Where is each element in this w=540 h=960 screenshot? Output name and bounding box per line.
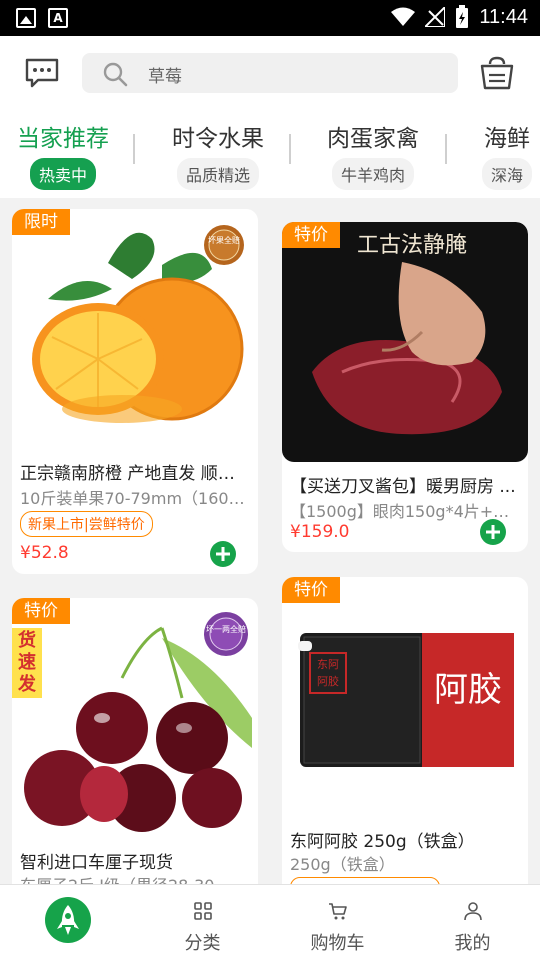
seal-text: 坏果全赔 <box>208 235 240 245</box>
nav-label: 分类 <box>184 933 221 954</box>
tab-subtitle: 热卖中 <box>29 158 96 190</box>
product-tag: 特价 <box>12 598 70 624</box>
tab-recommended[interactable]: 当家推荐 热卖中 <box>8 110 118 198</box>
promo-text-1: 货 <box>18 629 36 651</box>
app-header: 草莓 <box>0 36 540 110</box>
add-to-cart-button[interactable] <box>210 541 236 567</box>
product-card[interactable]: 坏果全赔 限时 正宗赣南脐橙 产地直发 顺丰... 10斤装单果70-79mm（… <box>12 209 258 574</box>
product-card[interactable]: 东阿 阿胶 阿胶 特价 东阿阿胶 250g（铁盒） 250g（铁盒） <box>282 577 528 884</box>
seal-text: 坏一两全赔 <box>206 624 246 634</box>
tab-divider <box>133 134 135 164</box>
search-placeholder: 草莓 <box>148 67 182 87</box>
product-image-ejiao: 东阿 阿胶 阿胶 <box>282 577 528 813</box>
tab-divider <box>445 134 447 164</box>
box-brand-text: 阿胶 <box>317 674 339 688</box>
tab-subtitle: 品质精选 <box>176 158 259 190</box>
shopping-bag-button[interactable] <box>478 56 516 90</box>
shopping-bag-icon <box>480 56 514 90</box>
a-notification-icon: A <box>48 8 68 28</box>
product-tag: 特价 <box>282 577 340 603</box>
product-card[interactable]: 货 速 发 坏一两全赔 特价 智利进口车厘子现货 车厘子2斤 J级（果径28-3… <box>12 598 258 884</box>
tab-seasonal-fruit[interactable]: 时令水果 品质精选 <box>160 110 276 198</box>
tab-title: 当家推荐 <box>17 126 109 152</box>
banner-text: 工古法静腌 <box>357 233 467 258</box>
add-to-cart-button[interactable] <box>480 519 506 545</box>
status-bar: A 11:44 <box>0 0 540 36</box>
tab-meat-poultry[interactable]: 肉蛋家禽 牛羊鸡肉 <box>314 110 432 198</box>
nav-label: 我的 <box>454 933 491 954</box>
signal-icon <box>425 7 446 27</box>
category-tabs: 当家推荐 热卖中 时令水果 品质精选 肉蛋家禽 牛羊鸡肉 海鲜 深海 <box>0 110 540 198</box>
tab-subtitle: 牛羊鸡肉 <box>331 158 414 190</box>
tab-title: 时令水果 <box>172 126 264 152</box>
box-title-text: 阿胶 <box>434 670 502 710</box>
nav-category[interactable]: 分类 <box>135 885 270 960</box>
tab-divider <box>289 134 291 164</box>
cart-icon <box>329 903 347 920</box>
box-brand-text: 东阿 <box>317 658 339 671</box>
message-icon <box>25 58 59 88</box>
product-promo-badge <box>290 877 440 884</box>
product-promo-badge: 新果上市|尝鲜特价 <box>20 511 153 537</box>
home-button[interactable] <box>45 897 91 943</box>
rocket-icon <box>57 905 79 935</box>
product-price: ¥52.8 <box>20 543 69 563</box>
tab-seafood[interactable]: 海鲜 深海 <box>476 110 540 198</box>
bottom-navigation: 分类 购物车 我的 <box>0 884 540 960</box>
nav-home[interactable] <box>0 885 135 960</box>
product-card[interactable]: 工古法静腌 特价 【买送刀叉酱包】暖男厨房 ... 【1500g】眼肉150g*… <box>282 222 528 552</box>
nav-profile[interactable]: 我的 <box>405 885 540 960</box>
image-notification-icon <box>16 8 36 28</box>
product-description: 【1500g】眼肉150g*4片+西... <box>290 502 520 521</box>
search-icon <box>103 62 128 87</box>
product-description: 250g（铁盒） <box>290 855 395 874</box>
promo-text-2: 速 <box>18 651 36 673</box>
product-image-cherries: 货 速 发 坏一两全赔 <box>12 598 258 848</box>
product-image-steak: 工古法静腌 <box>282 222 528 462</box>
product-image-oranges: 坏果全赔 <box>12 209 258 445</box>
product-name: 正宗赣南脐橙 产地直发 顺丰... <box>20 464 250 484</box>
wifi-icon <box>391 7 416 26</box>
status-time: 11:44 <box>479 5 528 28</box>
tab-title: 海鲜 <box>484 126 530 152</box>
product-name: 东阿阿胶 250g（铁盒） <box>290 832 475 852</box>
product-description: 10斤装单果70-79mm（160-2... <box>20 489 250 508</box>
user-icon <box>464 902 482 921</box>
message-button[interactable] <box>24 58 60 88</box>
search-bar[interactable]: 草莓 <box>82 53 458 93</box>
grid-icon <box>194 902 212 920</box>
tab-title: 肉蛋家禽 <box>327 126 419 152</box>
nav-cart[interactable]: 购物车 <box>270 885 405 960</box>
product-name: 【买送刀叉酱包】暖男厨房 ... <box>290 477 516 497</box>
battery-icon <box>456 5 469 28</box>
product-tag: 限时 <box>12 209 70 235</box>
product-name: 智利进口车厘子现货 <box>20 853 173 873</box>
nav-label: 购物车 <box>310 933 365 954</box>
product-price: ¥159.0 <box>290 522 350 542</box>
product-tag: 特价 <box>282 222 340 248</box>
tab-subtitle: 深海 <box>482 158 533 190</box>
product-description: 车厘子2斤 J级（果径28-30... <box>20 872 250 884</box>
promo-text-3: 发 <box>17 673 37 695</box>
